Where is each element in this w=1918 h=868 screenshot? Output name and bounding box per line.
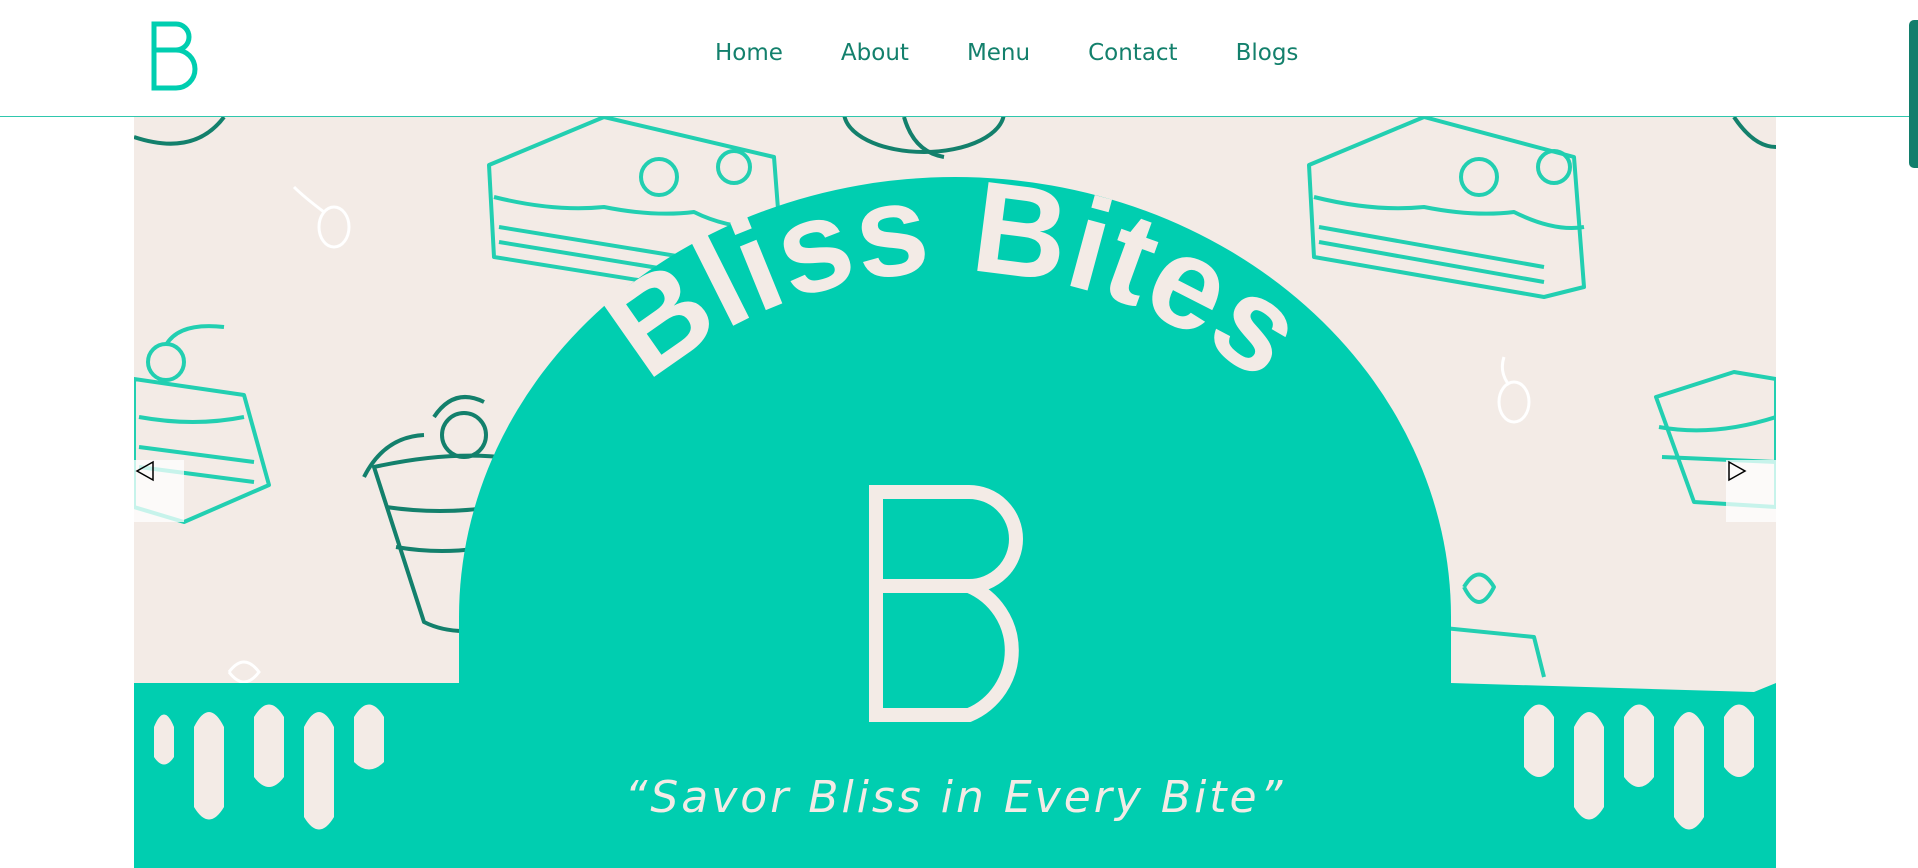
hero-carousel: Bliss Bites “Savor Bliss in Every Bite” (134, 117, 1776, 868)
page-scrollbar-thumb[interactable] (1909, 20, 1918, 168)
brand-logo[interactable] (150, 20, 206, 92)
cake-slice-doodle-icon (1307, 117, 1586, 299)
hero-banner-artwork: Bliss Bites (134, 117, 1776, 868)
nav-contact-link[interactable]: Contact (1088, 40, 1177, 66)
cookie-doodle-icon (134, 117, 1776, 159)
nav-blogs-link[interactable]: Blogs (1236, 40, 1299, 66)
triangle-left-icon (135, 460, 154, 482)
main-nav: Home About Menu Contact Blogs (715, 40, 1356, 66)
bliss-bites-logo-icon (151, 21, 198, 91)
carousel-next-button[interactable] (1726, 460, 1776, 522)
hero-tagline: “Savor Bliss in Every Bite” (624, 772, 1286, 823)
nav-home-link[interactable]: Home (715, 40, 783, 66)
carousel-prev-button[interactable] (134, 460, 184, 522)
top-navbar: Home About Menu Contact Blogs (0, 0, 1918, 117)
nav-about-link[interactable]: About (841, 40, 909, 66)
nav-menu-link[interactable]: Menu (967, 40, 1030, 66)
triangle-right-icon (1728, 460, 1747, 482)
